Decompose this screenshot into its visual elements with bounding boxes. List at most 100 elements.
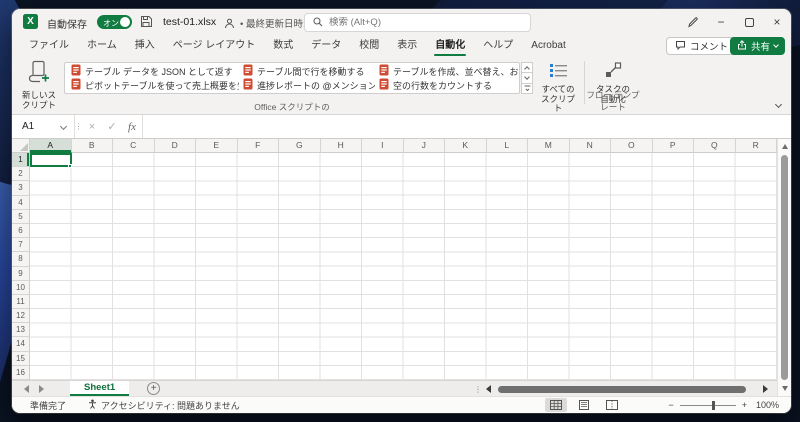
accessibility-status[interactable]: アクセシビリティ: 問題ありません [88,399,240,412]
row-header-13[interactable]: 13 [12,323,30,338]
row-header-9[interactable]: 9 [12,266,30,281]
normal-view-button[interactable] [545,398,567,412]
share-button[interactable]: 共有 [729,37,785,55]
script-suggestion[interactable]: 進捗レポートの @メンション [239,78,375,92]
zoom-slider[interactable] [679,400,736,410]
close-button[interactable]: × [763,9,791,35]
row-header-1[interactable]: 1 [12,153,30,168]
name-box[interactable]: A1 [12,115,74,138]
script-suggestion[interactable]: テーブルを作成、並べ替え、および書式設定 [375,64,519,78]
scroll-down-arrow[interactable] [781,386,788,391]
column-header-R[interactable]: R [735,139,777,153]
tab-ホーム[interactable]: ホーム [78,35,126,57]
search-box[interactable] [304,13,531,32]
row-header-15[interactable]: 15 [12,351,30,366]
zoom-out-button[interactable]: − [668,400,673,410]
maximize-button[interactable] [735,9,763,35]
autosave-toggle[interactable]: オン [97,15,132,29]
collapse-ribbon-icon[interactable] [774,100,783,109]
row-header-16[interactable]: 16 [12,365,30,380]
sheet-tab-sheet1[interactable]: Sheet1 [70,381,130,396]
all-scripts-button[interactable]: すべての スクリプト [538,59,578,113]
column-header-A[interactable]: A [30,139,72,153]
tab-数式[interactable]: 数式 [264,35,302,57]
horizontal-scrollbar-thumb[interactable] [498,385,746,393]
column-header-K[interactable]: K [445,139,487,153]
tab-ファイル[interactable]: ファイル [20,35,78,57]
fill-handle[interactable] [68,163,72,168]
column-header-P[interactable]: P [652,139,694,153]
row-header-14[interactable]: 14 [12,337,30,352]
column-header-Q[interactable]: Q [694,139,736,153]
column-header-B[interactable]: B [71,139,113,153]
zoom-level[interactable]: 100% [756,400,779,410]
pen-icon[interactable] [679,9,707,35]
column-header-D[interactable]: D [154,139,196,153]
tab-ページ レイアウト[interactable]: ページ レイアウト [164,35,265,57]
row-header-10[interactable]: 10 [12,280,30,295]
active-cell[interactable] [30,153,72,168]
row-header-2[interactable]: 2 [12,167,30,182]
page-break-preview-button[interactable] [601,398,623,412]
tab-表示[interactable]: 表示 [388,35,426,57]
gallery-scroll-down-button[interactable] [521,73,533,84]
scroll-right-arrow[interactable] [763,385,768,393]
column-header-G[interactable]: G [279,139,321,153]
scroll-left-arrow[interactable] [486,385,491,393]
insert-function-icon[interactable]: fx [122,115,142,138]
horizontal-scrollbar[interactable] [484,381,774,397]
column-header-C[interactable]: C [113,139,155,153]
prev-sheet-icon[interactable] [24,384,29,393]
zoom-in-button[interactable]: + [742,400,747,410]
formula-bar-grip[interactable]: ⋮ [74,115,83,138]
select-all-corner[interactable] [12,139,30,153]
script-suggestion[interactable]: 空の行数をカウントする [375,78,519,92]
row-header-12[interactable]: 12 [12,309,30,324]
sheet-cells[interactable] [30,153,777,381]
zoom-slider-thumb[interactable] [711,400,715,410]
row-header-4[interactable]: 4 [12,195,30,210]
script-suggestion[interactable]: ピボットテーブルを使って売上概要を生成する [67,78,239,92]
vertical-scrollbar[interactable] [777,139,791,396]
scroll-up-arrow[interactable] [781,144,788,149]
enter-entry-icon[interactable]: ✓ [102,115,122,138]
tab-挿入[interactable]: 挿入 [126,35,164,57]
row-header-8[interactable]: 8 [12,252,30,267]
column-header-E[interactable]: E [196,139,238,153]
tab-Acrobat[interactable]: Acrobat [522,35,574,57]
minimize-button[interactable]: − [707,9,735,35]
search-input[interactable] [329,17,509,28]
column-header-I[interactable]: I [362,139,404,153]
gallery-more-button[interactable] [521,83,533,94]
tab-校閲[interactable]: 校閲 [350,35,388,57]
column-header-F[interactable]: F [237,139,279,153]
tab-自動化[interactable]: 自動化 [426,35,474,57]
column-header-H[interactable]: H [320,139,362,153]
script-suggestion[interactable]: テーブル データを JSON として返す [67,64,239,78]
page-layout-view-button[interactable] [573,398,595,412]
next-sheet-icon[interactable] [39,384,44,393]
scrollbar-resize-grip[interactable]: ⋮ [474,381,482,397]
script-suggestion[interactable]: テーブル間で行を移動する [239,64,375,78]
row-header-7[interactable]: 7 [12,238,30,253]
add-sheet-button[interactable]: + [147,382,161,395]
column-header-J[interactable]: J [403,139,445,153]
cancel-entry-icon[interactable]: × [82,115,102,138]
tab-ヘルプ[interactable]: ヘルプ [474,35,522,57]
row-header-6[interactable]: 6 [12,223,30,239]
new-script-button[interactable]: 新しいス クリプト [16,59,62,109]
vertical-scrollbar-thumb[interactable] [781,155,788,380]
row-header-11[interactable]: 11 [12,294,30,310]
formula-input[interactable] [142,115,791,138]
row-header-5[interactable]: 5 [12,209,30,224]
tab-データ[interactable]: データ [302,35,350,57]
document-title[interactable]: test-01.xlsx [163,16,216,28]
column-header-N[interactable]: N [569,139,611,153]
column-header-O[interactable]: O [611,139,653,153]
comments-button[interactable]: コメント [665,37,737,55]
column-header-L[interactable]: L [486,139,528,153]
gallery-scroll-up-button[interactable] [521,62,533,74]
row-header-3[interactable]: 3 [12,181,30,196]
column-header-M[interactable]: M [528,139,570,153]
save-icon[interactable] [140,15,153,33]
